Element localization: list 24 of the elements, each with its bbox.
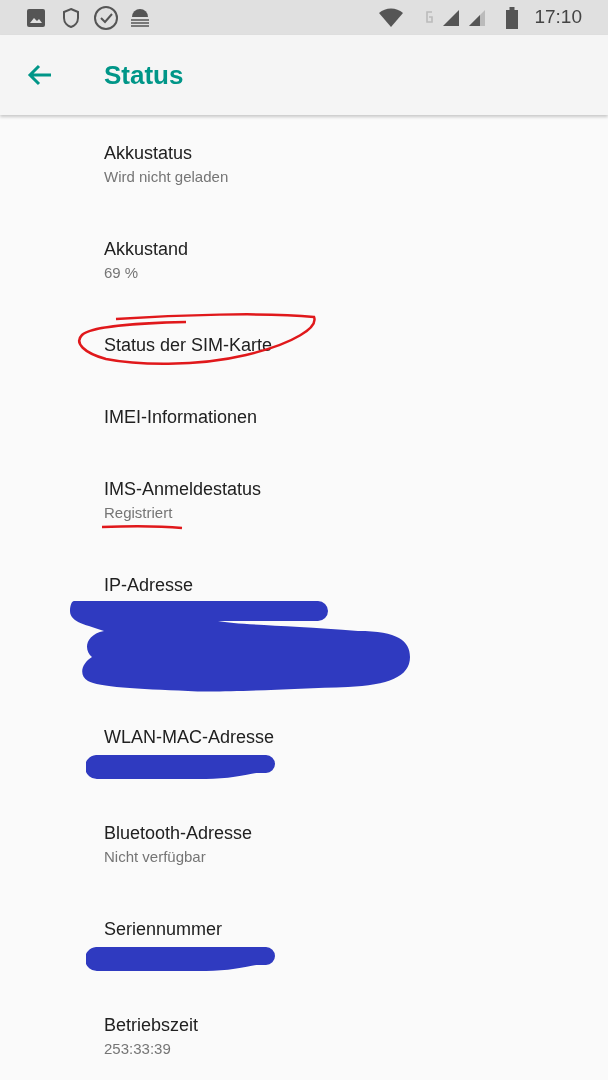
screen-title: Status <box>104 58 184 92</box>
check-circle-icon <box>93 4 119 31</box>
setting-summary: 253:33:39 <box>104 1039 171 1059</box>
setting-title: Betriebszeit <box>104 1014 199 1037</box>
clock-time: 17:10 <box>534 5 582 30</box>
setting-title: Akkustatus <box>104 142 193 165</box>
setting-title: Seriennummer <box>104 918 223 941</box>
setting-title: IP-Adresse <box>104 574 194 597</box>
setting-title: Akkustand <box>104 238 189 261</box>
setting-title: IMS-Anmeldestatus <box>104 478 262 501</box>
wifi-icon <box>378 7 405 28</box>
setting-title: Bluetooth-Adresse <box>104 822 253 845</box>
signal-icon <box>468 8 487 27</box>
setting-title: Status der SIM-Karte <box>104 334 273 357</box>
shield-icon <box>61 6 81 29</box>
setting-summary: 69 % <box>104 263 139 283</box>
setting-title: WLAN-MAC-Adresse <box>104 726 275 749</box>
setting-summary: Wird nicht geladen <box>104 167 229 187</box>
setting-title: IMEI-Informationen <box>104 406 258 429</box>
setting-summary: Nicht verfügbar <box>104 847 206 867</box>
signal-icon <box>442 8 461 27</box>
image-icon <box>26 7 46 28</box>
setting-summary: Registriert <box>104 503 173 523</box>
battery-icon <box>506 6 519 29</box>
